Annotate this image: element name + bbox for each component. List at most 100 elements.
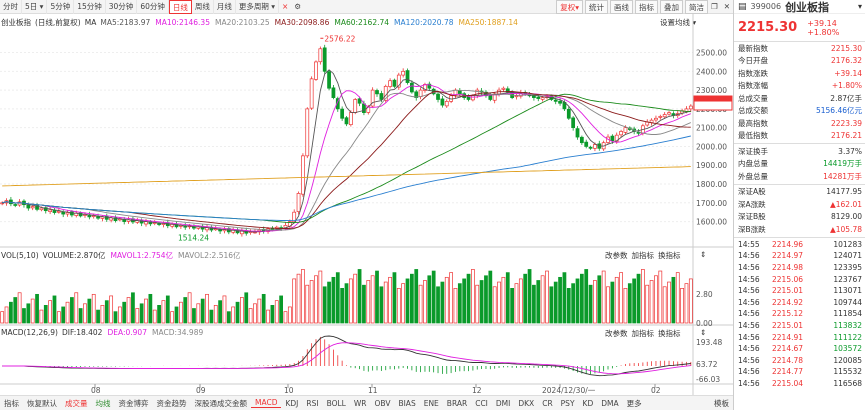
stat-row: 最低指数 2176.21 <box>734 130 865 143</box>
expand-icon[interactable]: ⇕ <box>700 328 706 337</box>
indicator-tab[interactable]: DMI <box>492 399 514 408</box>
volume-bar <box>357 269 362 324</box>
period-tab-weekly[interactable]: 周线 <box>192 0 214 14</box>
volume-bar <box>39 309 44 324</box>
period-tab-5min[interactable]: 5分钟 <box>47 0 75 14</box>
tick-volume: 109744 <box>833 297 862 307</box>
gear-icon[interactable]: ⚙ <box>291 0 304 14</box>
indicator-tab[interactable]: ENE <box>420 399 443 408</box>
volume-bar <box>484 275 488 324</box>
menu-icon[interactable]: ▤ <box>738 2 747 12</box>
period-toolbar: 分时 5日 ▾ 5分钟 15分钟 30分钟 60分钟 日线 周线 月线 更多周期… <box>0 0 733 14</box>
stat-value: 2176.32 <box>830 56 862 66</box>
indicator-tab[interactable]: CR <box>538 399 556 408</box>
volume-bar <box>667 281 671 324</box>
period-tab-30min[interactable]: 30分钟 <box>106 0 138 14</box>
stat-label: 最新指数 <box>738 43 768 53</box>
simple-button[interactable]: 简洁 <box>684 0 708 14</box>
candle-body <box>322 47 327 72</box>
volume-bar <box>549 286 554 324</box>
candle-body <box>30 206 35 209</box>
volume-bar <box>179 301 183 324</box>
volume-bar <box>575 278 580 324</box>
indicator-tab[interactable]: 资金博弈 <box>115 398 153 409</box>
tick-time: 14:56 <box>738 378 760 388</box>
indicator-tab[interactable]: 深股通成交金额 <box>191 398 252 409</box>
macd-y-label: 63.72 <box>696 360 718 369</box>
indicator-tab[interactable]: BIAS <box>394 399 419 408</box>
indicator-tab[interactable]: 均线 <box>92 398 115 409</box>
indicator-tab[interactable]: DMA <box>597 399 622 408</box>
volume-bar <box>444 276 449 324</box>
indicator-tab[interactable]: 资金趋势 <box>153 398 191 409</box>
more-periods-dropdown[interactable]: 更多周期 ▾ <box>236 0 280 14</box>
volume-bar <box>353 273 358 324</box>
indicator-tab[interactable]: PSY <box>557 399 579 408</box>
period-tab-15min[interactable]: 15分钟 <box>74 0 106 14</box>
indicator-tab[interactable]: MACD <box>251 398 282 408</box>
template-button[interactable]: 模板 <box>710 398 733 409</box>
tick-row: 14:56 2215.01 113071 <box>734 285 865 297</box>
indicator-button[interactable]: 指标 <box>634 0 658 14</box>
candle-body <box>61 211 66 215</box>
indicator-tab[interactable]: DKX <box>514 399 538 408</box>
indicator-tab[interactable]: RSI <box>302 399 322 408</box>
indicator-tab[interactable]: KD <box>579 399 598 408</box>
y-tick-label: 1700.00 <box>696 199 727 208</box>
macd-switch-indicator-button[interactable]: 换指标 <box>658 328 681 339</box>
volume-bar <box>35 293 39 324</box>
indicator-tab[interactable]: OBV <box>371 399 395 408</box>
candle-body <box>392 79 397 87</box>
vol-change-params-button[interactable]: 改参数 <box>605 250 628 261</box>
volume-bar <box>475 284 480 324</box>
indicator-tab[interactable]: KDJ <box>281 399 302 408</box>
period-tab-60min[interactable]: 60分钟 <box>137 0 169 14</box>
volume-bar <box>636 273 641 324</box>
close-icon[interactable]: ✕ <box>721 0 733 14</box>
volume-bar <box>641 269 645 324</box>
volume-bar <box>619 272 623 324</box>
vol-add-indicator-button[interactable]: 加指标 <box>632 250 655 261</box>
period-tab-daily[interactable]: 日线 <box>168 0 192 14</box>
tick-time: 14:56 <box>738 309 760 319</box>
draw-line-button[interactable]: 画线 <box>609 0 633 14</box>
indicator-tab[interactable]: WR <box>350 399 371 408</box>
indicator-tab[interactable]: 更多 <box>623 398 646 409</box>
fuquan-button[interactable]: 复权▾ <box>556 0 583 14</box>
stat-label: 总成交量 <box>738 93 768 103</box>
indicator-tab[interactable]: 指标 <box>0 398 23 409</box>
vol-switch-indicator-button[interactable]: 换指标 <box>658 250 681 261</box>
macd-change-params-button[interactable]: 改参数 <box>605 328 628 339</box>
expand-icon[interactable]: ⇕ <box>700 250 706 259</box>
indicator-tab[interactable]: BOLL <box>323 399 350 408</box>
chart-area[interactable]: 创业板指 (日线,前复权) MA MA5:2183.97 MA10:2146.35… <box>0 14 733 395</box>
candle-body <box>440 98 445 106</box>
candle-body <box>314 61 318 80</box>
restore-icon[interactable]: ❐ <box>708 0 721 14</box>
indicator-tab[interactable]: 成交量 <box>61 398 92 409</box>
period-tab-monthly[interactable]: 月线 <box>214 0 236 14</box>
volume-bar <box>292 278 297 324</box>
volume-bar <box>366 280 371 324</box>
dropdown-icon[interactable]: ▾ <box>858 2 862 11</box>
quote-panel: ▤ 399006 创业板指 ▾ 2215.30 +39.14 +1.80% 最新… <box>733 0 865 410</box>
macd-add-indicator-button[interactable]: 加指标 <box>632 328 655 339</box>
indicator-tab[interactable]: CCI <box>471 399 492 408</box>
close-icon[interactable]: × <box>279 0 291 14</box>
volume-bar <box>17 292 22 324</box>
indicator-tab[interactable]: 恢复默认 <box>23 398 61 409</box>
volume-bar <box>13 297 18 324</box>
overlay-button[interactable]: 叠加 <box>659 0 683 14</box>
volume-bar <box>9 301 13 324</box>
indicator-tab[interactable]: BRAR <box>443 399 471 408</box>
period-tab-fenshi[interactable]: 分时 <box>0 0 22 14</box>
volume-bar <box>462 278 467 324</box>
volume-bar <box>100 305 105 324</box>
stats-button[interactable]: 统计 <box>584 0 608 14</box>
stat-value: 2215.30 <box>830 43 862 53</box>
period-tab-5day[interactable]: 5日 ▾ <box>22 0 48 14</box>
volume-bar <box>314 275 318 324</box>
x-tick-label: 11 <box>368 386 378 395</box>
candle-body <box>331 87 336 98</box>
vol-legend: VOLUME:2.870亿 MAVOL1:2.754亿 MAVOL2:2.516亿 <box>43 250 241 261</box>
